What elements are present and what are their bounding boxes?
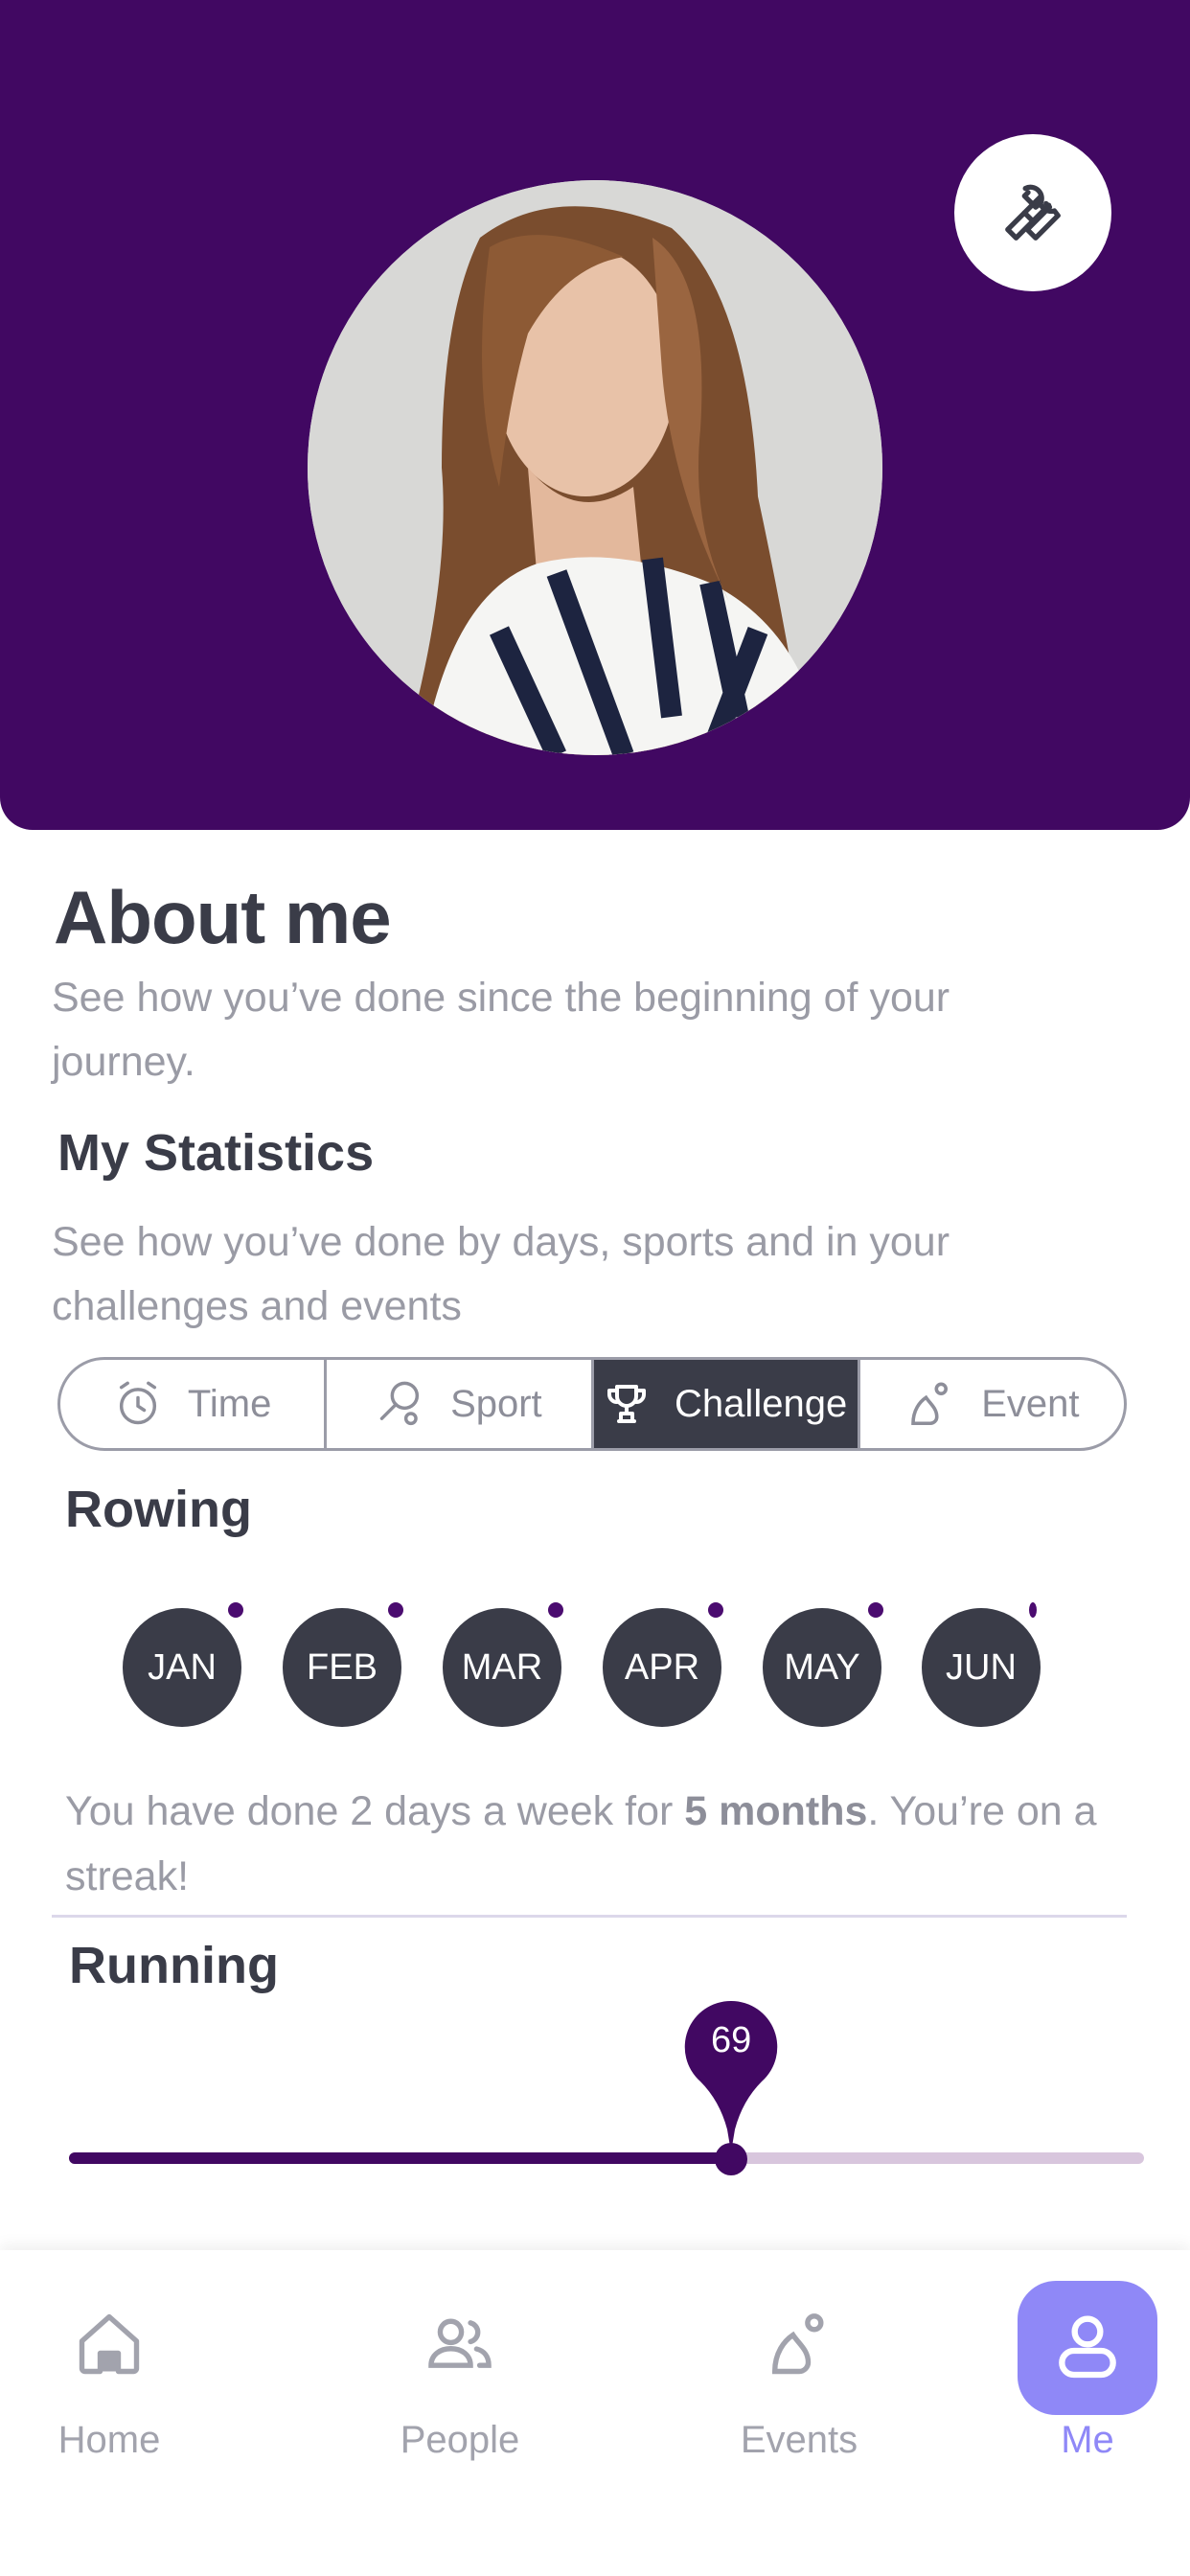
activity-dot — [228, 1602, 243, 1618]
statistics-tabs: Time Sport Challenge Event — [57, 1357, 1127, 1451]
activity-dot — [868, 1602, 883, 1618]
month-mar[interactable]: MAR — [443, 1602, 563, 1727]
running-slider[interactable] — [69, 2152, 1144, 2164]
month-label: MAR — [461, 1646, 543, 1688]
month-label: APR — [624, 1646, 700, 1688]
tab-event[interactable]: Event — [860, 1360, 1124, 1448]
running-title: Running — [69, 1937, 279, 1994]
month-label: FEB — [307, 1646, 378, 1688]
about-subtitle: See how you’ve done since the beginning … — [52, 975, 950, 1085]
bottom-nav: Home People Events Me — [0, 2250, 1190, 2576]
streak-duration: 5 months — [684, 1788, 868, 1834]
tab-time[interactable]: Time — [60, 1360, 328, 1448]
activity-dot — [708, 1602, 723, 1618]
section-divider — [52, 1915, 1127, 1918]
user-icon — [1059, 2315, 1116, 2379]
month-feb[interactable]: FEB — [283, 1602, 403, 1727]
tab-challenge-label: Challenge — [675, 1382, 848, 1425]
nav-me[interactable]: Me — [1001, 2250, 1174, 2538]
slider-handle[interactable] — [715, 2143, 748, 2175]
profile-header — [0, 0, 1190, 830]
tab-time-label: Time — [187, 1382, 272, 1425]
wrench-icon — [1005, 184, 1061, 241]
nav-events-label: Events — [740, 2419, 858, 2461]
activity-dot — [1029, 1602, 1037, 1618]
activity-dot — [548, 1602, 563, 1618]
nav-events[interactable]: Events — [713, 2250, 885, 2538]
home-icon — [79, 2313, 140, 2375]
people-icon — [428, 2318, 492, 2368]
trophy-icon — [607, 1385, 647, 1423]
tab-challenge[interactable]: Challenge — [593, 1360, 860, 1448]
nav-me-label: Me — [1061, 2419, 1114, 2461]
activity-dot — [388, 1602, 403, 1618]
alarm-clock-icon — [119, 1381, 156, 1425]
tab-sport[interactable]: Sport — [327, 1360, 594, 1448]
events-icon — [771, 2313, 824, 2375]
statistics-title: My Statistics — [57, 1124, 375, 1182]
about-title: About me — [54, 875, 392, 959]
slider-fill — [69, 2152, 732, 2164]
avatar[interactable] — [308, 180, 882, 755]
nav-people[interactable]: People — [374, 2250, 546, 2538]
streak-text: You have done 2 days a week for 5 months… — [65, 1779, 1129, 1909]
month-label: MAY — [784, 1646, 860, 1688]
nav-people-label: People — [400, 2419, 520, 2461]
month-apr[interactable]: APR — [603, 1602, 723, 1727]
month-label: JUN — [946, 1646, 1017, 1688]
slider-value: 69 — [711, 2020, 752, 2060]
avatar-image — [308, 180, 882, 755]
event-pin-icon — [911, 1382, 949, 1426]
month-jun[interactable]: JUN — [922, 1602, 1041, 1727]
racket-icon — [379, 1381, 420, 1426]
nav-home-label: Home — [57, 2419, 161, 2461]
month-label: JAN — [148, 1646, 217, 1688]
statistics-subtitle: See how you’ve done by days, sports and … — [52, 1219, 950, 1329]
nav-home[interactable]: Home — [23, 2250, 195, 2538]
month-jan[interactable]: JAN — [123, 1602, 243, 1727]
streak-prefix: You have done 2 days a week for — [65, 1788, 685, 1834]
tab-event-label: Event — [981, 1382, 1080, 1425]
month-may[interactable]: MAY — [763, 1602, 883, 1727]
tab-sport-label: Sport — [450, 1382, 542, 1425]
rowing-title: Rowing — [65, 1481, 252, 1538]
rowing-months: JAN FEB MAR APR MAY JUN — [123, 1602, 1042, 1727]
settings-button[interactable] — [954, 134, 1111, 291]
